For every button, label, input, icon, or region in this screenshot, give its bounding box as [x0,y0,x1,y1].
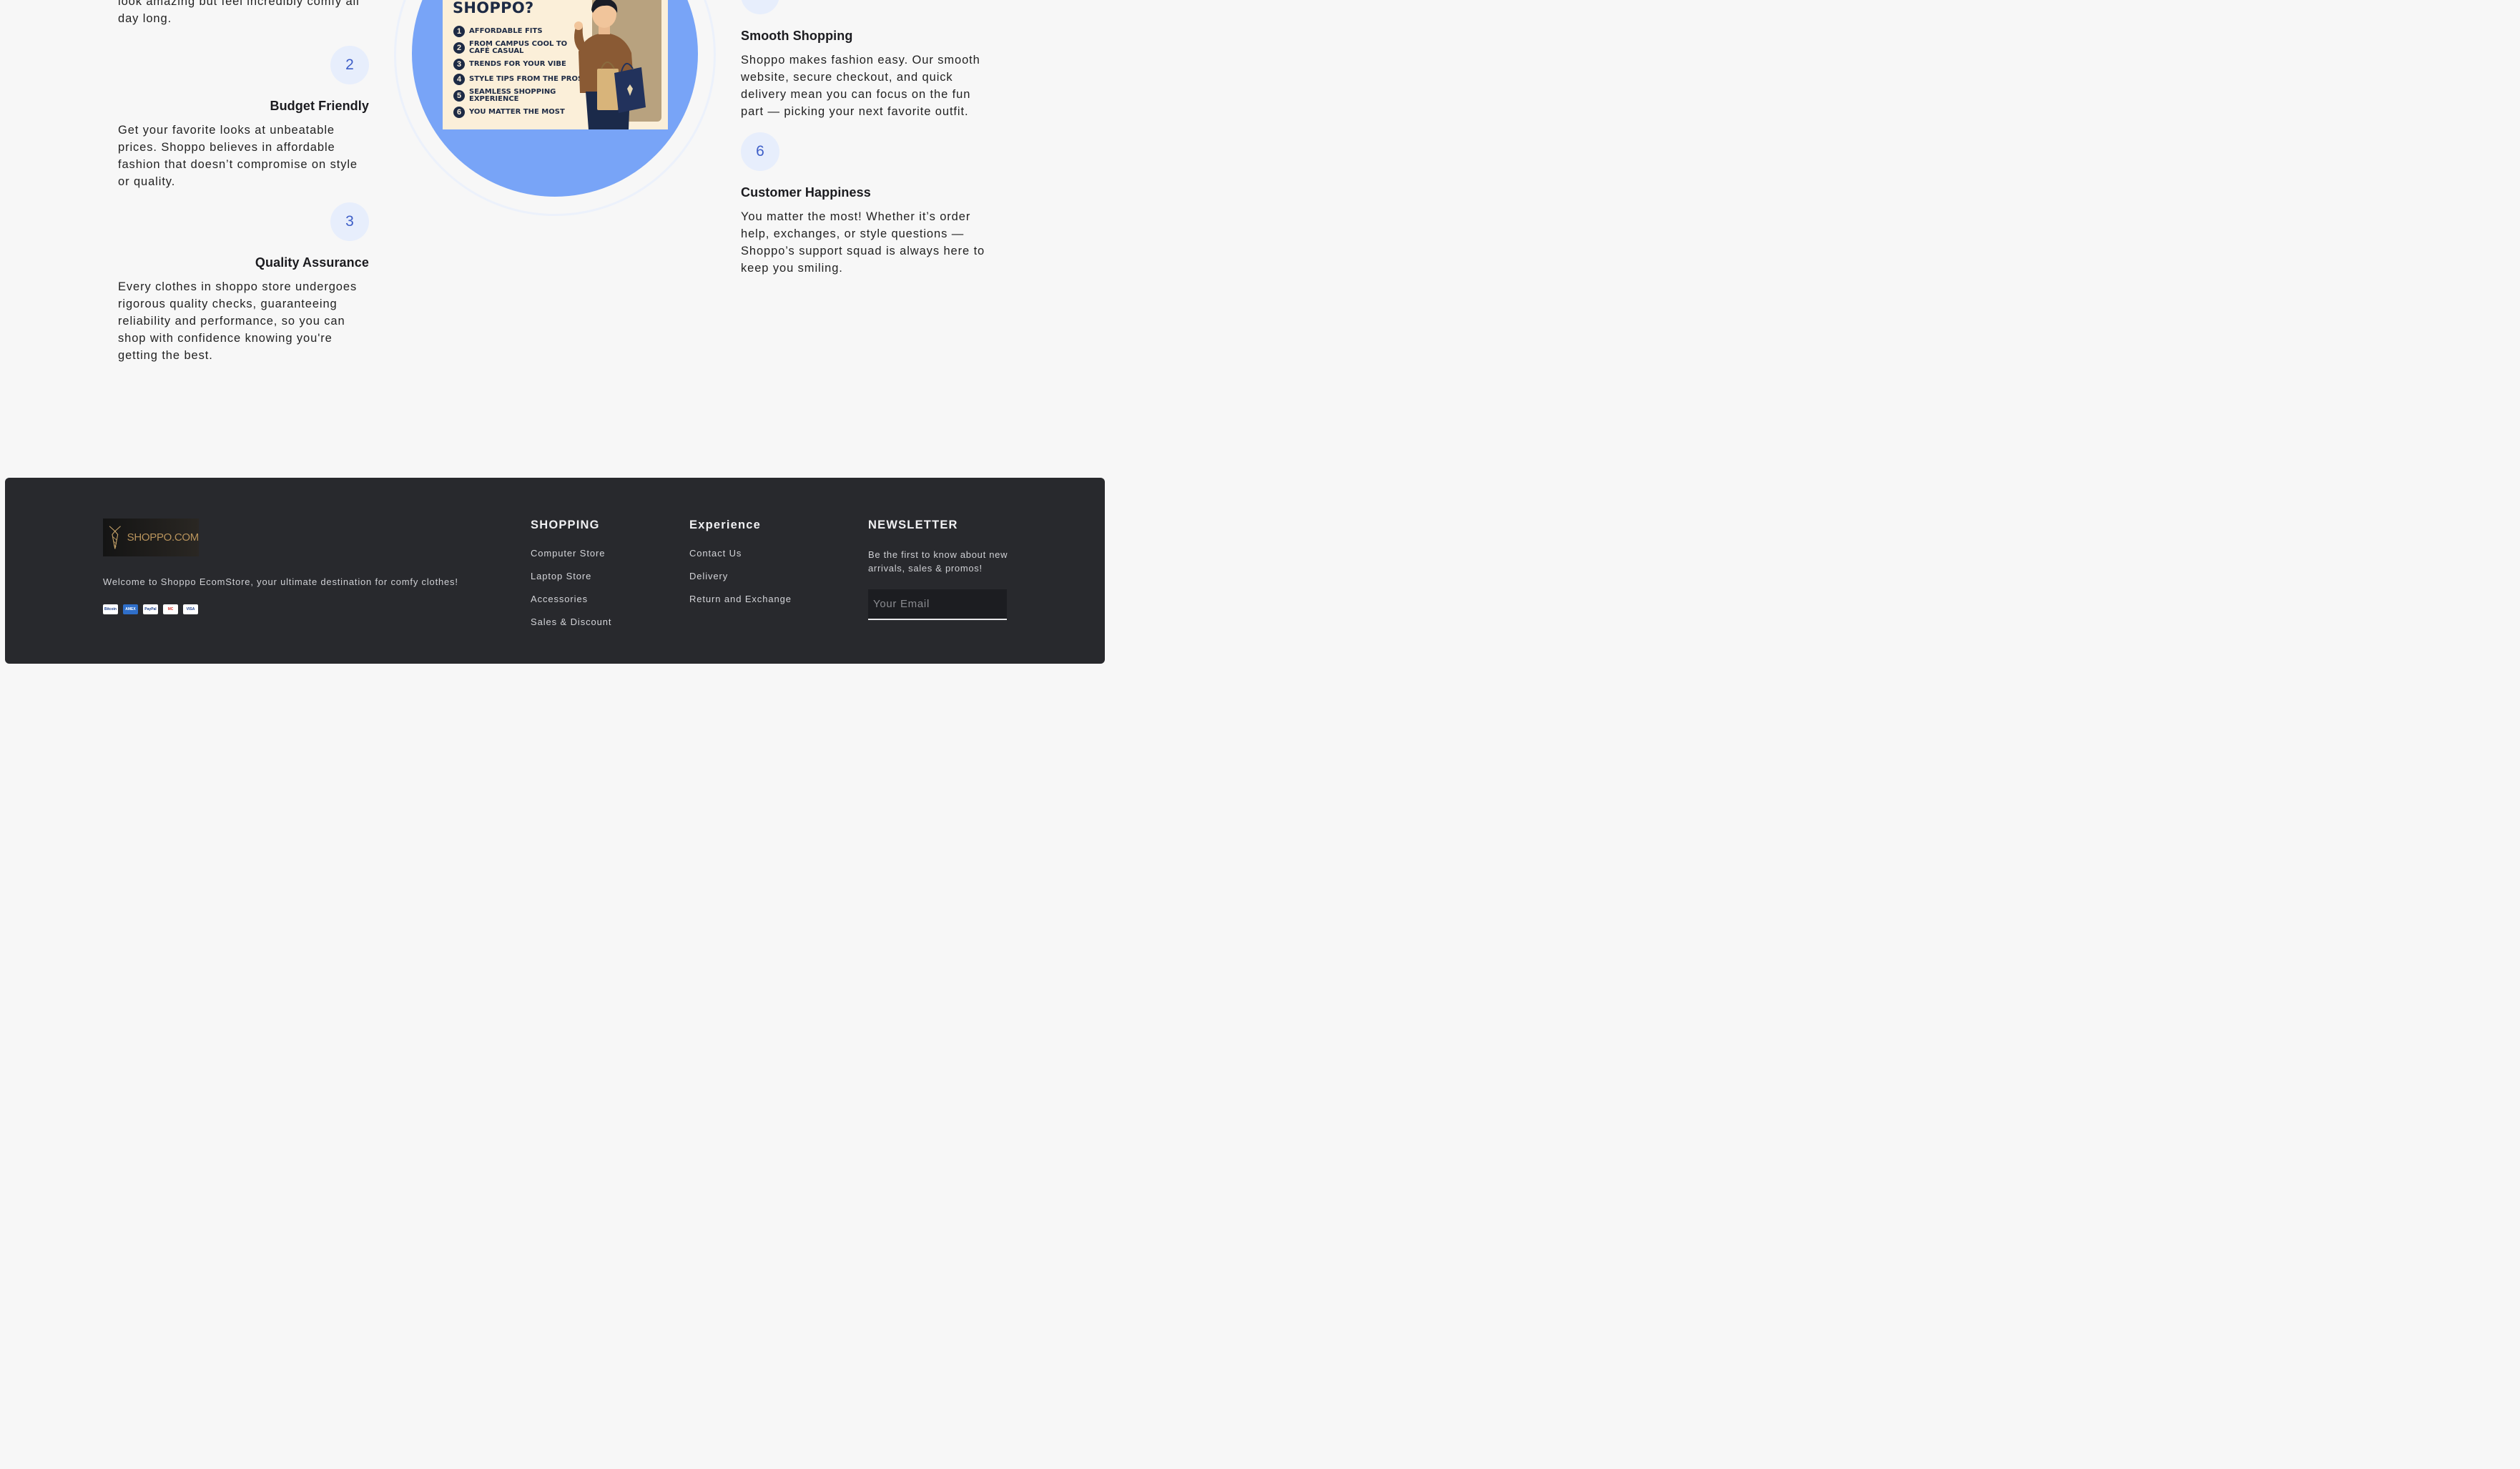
paypal-icon: PayPal [143,604,158,614]
feature-number-badge: 6 [741,132,779,171]
payment-methods: Bitcoin AMEX PayPal MC VISA [103,604,198,614]
poster-item-number: 6 [453,107,465,118]
visa-icon: VISA [183,604,198,614]
newsletter-email-input[interactable] [868,589,1007,620]
poster-item-number: 5 [453,90,465,102]
mastercard-icon: MC [163,604,178,614]
poster-item-text: You Matter the Most [469,108,565,116]
footer-link-accessories[interactable]: Accessories [531,594,611,616]
feature-desc: look amazing but feel incredibly comfy a… [118,0,360,25]
footer-welcome-text: Welcome to Shoppo EcomStore, your ultima… [103,576,458,587]
feature-quality-assurance: 3 Quality Assurance Every clothes in sho… [118,202,369,364]
feature-number-badge: 3 [330,202,369,241]
footer-link-laptop-store[interactable]: Laptop Store [531,571,611,594]
feature-title: Quality Assurance [255,255,369,270]
feature-desc: Get your favorite looks at unbeatable pr… [118,124,358,188]
feature-number-badge: 2 [330,46,369,84]
footer-experience-heading: Experience [689,519,762,531]
feature-customer-happiness: 6 Customer Happiness You matter the most… [741,132,993,277]
feature-desc: Shoppo makes fashion easy. Our smooth we… [741,54,980,118]
footer-link-computer-store[interactable]: Computer Store [531,548,611,571]
feature-title: Budget Friendly [270,99,369,113]
why-choose-poster-image: WHY CHOOSE SHOPPO? 1 Affordable Fits 2 F… [443,0,668,129]
footer-link-return-exchange[interactable]: Return and Exchange [689,594,792,616]
feature-title: Customer Happiness [741,185,871,200]
footer-logo[interactable]: SHOPPO.COM [103,519,199,556]
footer-link-contact-us[interactable]: Contact Us [689,548,792,571]
feature-smooth-shopping: Smooth Shopping Shoppo makes fashion eas… [741,0,993,120]
footer-newsletter-heading: NEWSLETTER [868,519,958,531]
poster-item-text: Affordable Fits [469,27,543,35]
poster-item-text: Trends for Your Vibe [469,60,566,68]
footer-link-delivery[interactable]: Delivery [689,571,792,594]
feature-title: Smooth Shopping [741,29,853,43]
footer-shopping-links: Computer Store Laptop Store Accessories … [531,548,611,639]
feature-desc: Every clothes in shoppo store undergoes … [118,280,358,362]
feature-desc: You matter the most! Whether it’s order … [741,210,985,275]
bitcoin-icon: Bitcoin [103,604,118,614]
poster-item-number: 3 [453,59,465,70]
footer-link-sales-discount[interactable]: Sales & Discount [531,616,611,639]
amex-icon: AMEX [123,604,138,614]
footer-shopping-heading: SHOPPING [531,519,600,531]
poster-item-number: 2 [453,42,465,54]
page: look amazing but feel incredibly comfy a… [0,0,1121,664]
feature-number-badge [741,0,779,14]
poster-item-number: 1 [453,26,465,37]
feature-budget-friendly: 2 Budget Friendly Get your favorite look… [118,46,369,190]
poster-item-number: 4 [453,74,465,85]
footer-experience-links: Contact Us Delivery Return and Exchange [689,548,792,616]
logo-text: SHOPPO.COM [127,531,200,544]
tie-logo-icon [109,525,121,549]
feature-comfort: look amazing but feel incredibly comfy a… [118,0,369,27]
shopper-illustration-icon [574,0,646,129]
newsletter-description: Be the first to know about new arrivals,… [868,549,1008,574]
site-footer: SHOPPO.COM Welcome to Shoppo EcomStore, … [5,478,1105,664]
